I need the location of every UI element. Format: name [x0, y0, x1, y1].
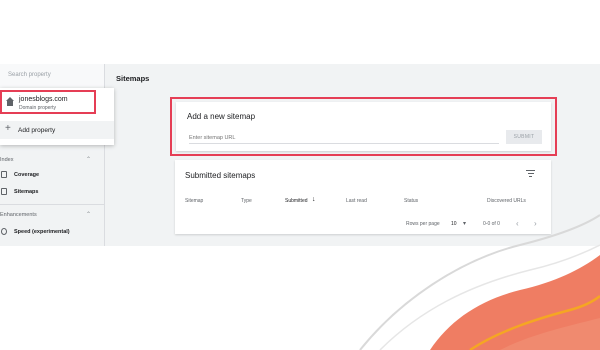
wave-yellow-line — [469, 295, 600, 350]
sort-arrow-down-icon[interactable]: ↓ — [312, 196, 316, 203]
sidebar-item-speed[interactable]: Speed (experimental) — [0, 225, 104, 239]
sitemap-icon — [1, 188, 7, 195]
property-name: jonesblogs.com — [19, 96, 68, 103]
chevron-left-icon[interactable]: ‹ — [516, 219, 519, 228]
search-property-placeholder: Search property — [8, 72, 51, 78]
chevron-up-icon[interactable]: ⌃ — [86, 211, 91, 218]
filter-icon[interactable] — [526, 169, 538, 179]
divider — [0, 204, 104, 205]
column-header-type[interactable]: Type — [241, 198, 252, 204]
submit-button[interactable]: SUBMIT — [506, 130, 542, 144]
pagination-range: 0-0 of 0 — [483, 221, 500, 227]
rows-per-page-select[interactable]: 10 — [451, 221, 457, 227]
add-sitemap-card-highlight: Add a new sitemap SUBMIT — [170, 97, 557, 156]
column-header-submitted[interactable]: Submitted — [285, 198, 308, 204]
wave-orange-shape — [430, 255, 600, 350]
chevron-right-icon[interactable]: › — [534, 219, 537, 228]
sidebar-item-sitemaps[interactable]: Sitemaps — [0, 185, 104, 199]
dropdown-arrow-icon[interactable]: ▾ — [463, 220, 466, 227]
page-icon — [1, 171, 7, 178]
property-dropdown: jonesblogs.com Domain property + Add pro… — [0, 88, 114, 145]
sidebar-item-coverage[interactable]: Coverage — [0, 168, 104, 182]
column-header-sitemap[interactable]: Sitemap — [185, 198, 203, 204]
sidebar-item-label: Coverage — [14, 172, 40, 178]
sidebar-item-label: Speed (experimental) — [14, 229, 70, 235]
rows-per-page-label: Rows per page — [406, 221, 440, 227]
property-type: Domain property — [19, 105, 56, 111]
column-header-discovered-urls[interactable]: Discovered URLs — [487, 198, 526, 204]
speed-icon — [1, 228, 7, 235]
add-sitemap-card: Add a new sitemap SUBMIT — [176, 102, 551, 151]
chevron-up-icon[interactable]: ⌃ — [86, 156, 91, 163]
sidebar-item-label: Sitemaps — [14, 189, 39, 195]
section-label-index: Index — [0, 157, 14, 163]
column-header-status[interactable]: Status — [404, 198, 418, 204]
property-item-jonesblogs[interactable]: jonesblogs.com Domain property — [0, 90, 96, 114]
home-icon — [6, 97, 14, 106]
add-sitemap-title: Add a new sitemap — [187, 112, 256, 121]
column-header-last-read[interactable]: Last read — [346, 198, 367, 204]
add-property-button[interactable]: + Add property — [0, 121, 114, 139]
section-label-enhancements: Enhancements — [0, 212, 37, 218]
wave-orange-inner — [500, 318, 600, 350]
submitted-sitemaps-title: Submitted sitemaps — [185, 171, 256, 180]
page-title: Sitemaps — [116, 74, 150, 83]
plus-icon: + — [5, 123, 11, 134]
wave-gray-line-2 — [379, 244, 600, 350]
submitted-sitemaps-card: Submitted sitemaps Sitemap Type Submitte… — [175, 160, 551, 234]
sitemap-url-input[interactable] — [189, 133, 499, 144]
search-property-field[interactable]: Search property — [0, 64, 104, 89]
add-property-label: Add property — [18, 127, 56, 134]
